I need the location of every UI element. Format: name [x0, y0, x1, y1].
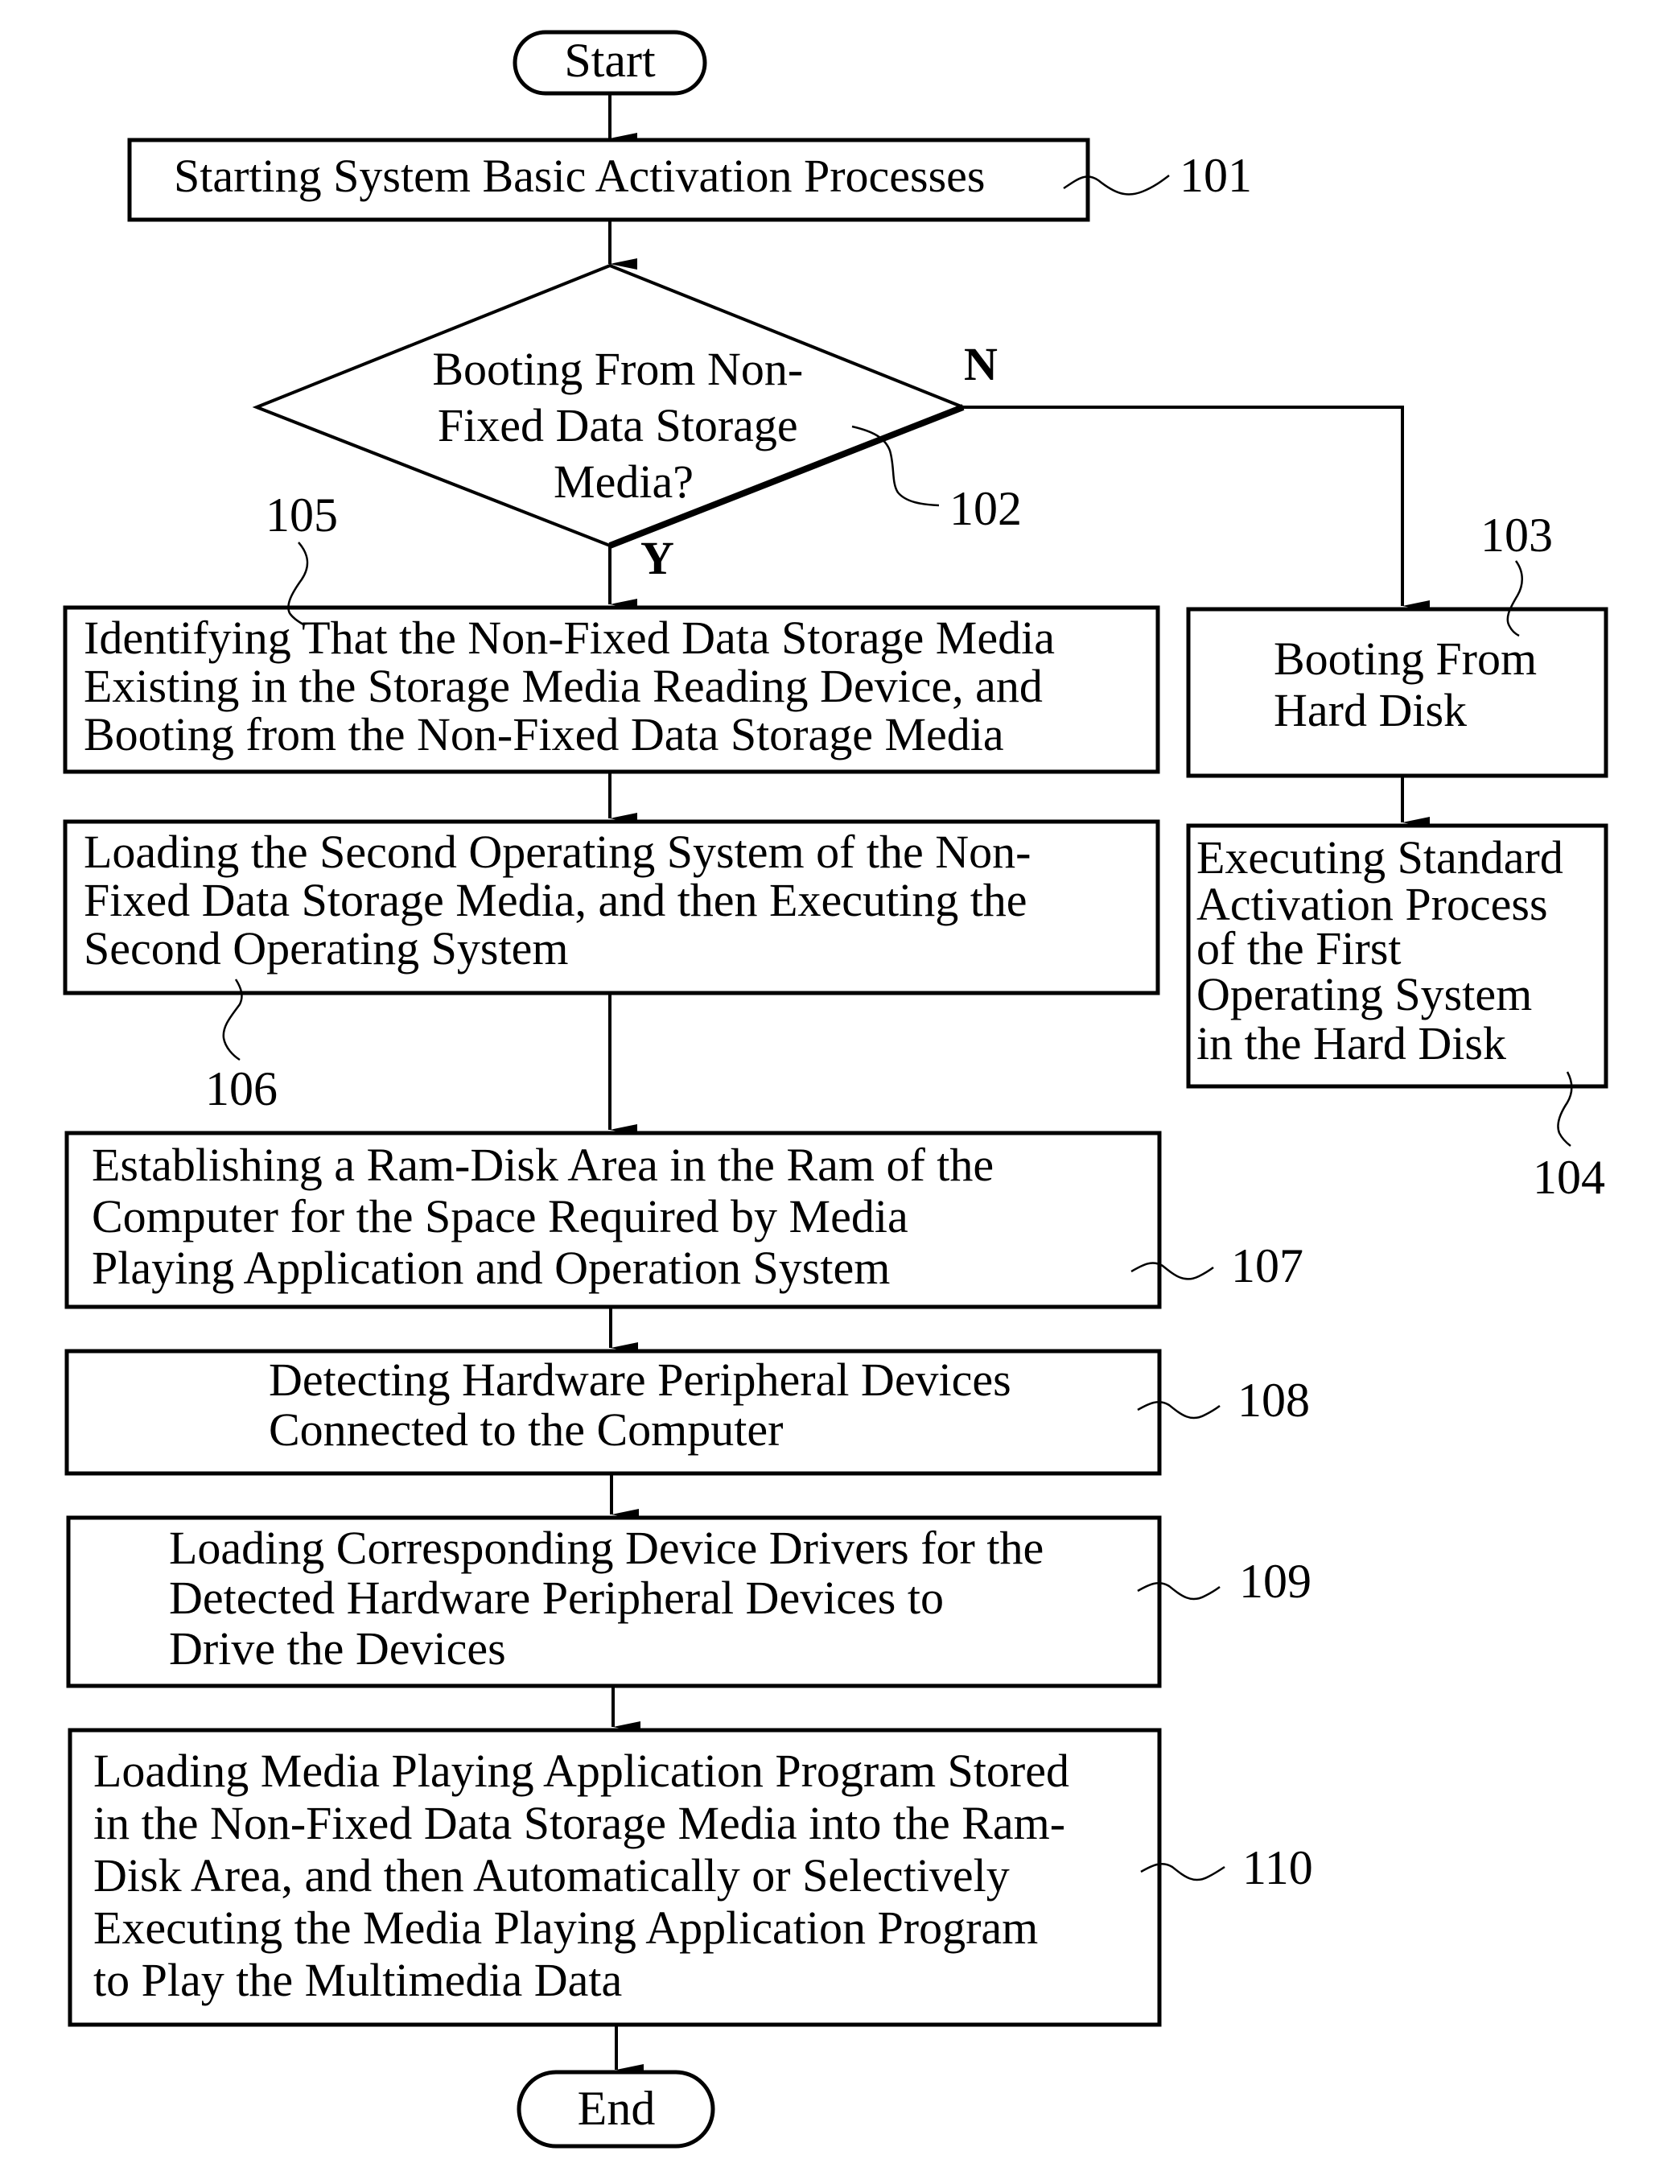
- step-101-text: Starting System Basic Activation Process…: [174, 150, 985, 202]
- step-105-line: Existing in the Storage Media Reading De…: [84, 660, 1043, 712]
- step-104-box: Executing Standard Activation Process of…: [1186, 823, 1608, 1089]
- step-110-box: Loading Media Playing Application Progra…: [68, 1728, 1162, 2027]
- ref-105: 105: [266, 488, 338, 542]
- start-terminal: Start: [513, 30, 707, 96]
- ref-110: 110: [1242, 1841, 1313, 1894]
- step-105-text: Identifying That the Non-Fixed Data Stor…: [84, 612, 1066, 760]
- ref-107: 107: [1231, 1239, 1303, 1292]
- step-107-box: Establishing a Ram-Disk Area in the Ram …: [64, 1131, 1162, 1309]
- ref-109: 109: [1239, 1555, 1311, 1608]
- step-104-line: in the Hard Disk: [1196, 1017, 1506, 1069]
- step-103-line: Booting From: [1274, 633, 1537, 685]
- step-103-line: Hard Disk: [1274, 684, 1467, 736]
- step-107-line: Playing Application and Operation System: [92, 1242, 890, 1294]
- ref-106: 106: [205, 1062, 278, 1115]
- end-terminal: End: [517, 2070, 715, 2149]
- flowchart: Start Starting System Basic Activation P…: [63, 30, 1608, 2149]
- step-109-line: Detected Hardware Peripheral Devices to: [169, 1572, 944, 1624]
- branch-yes-label: Y: [640, 532, 674, 584]
- step-106-line: Second Operating System: [84, 922, 568, 975]
- step-110-line: Executing the Media Playing Application …: [93, 1902, 1038, 1954]
- ref-102: 102: [949, 482, 1022, 535]
- ref-101: 101: [1180, 149, 1252, 202]
- step-109-line: Drive the Devices: [169, 1622, 506, 1675]
- end-label: End: [578, 2082, 656, 2135]
- step-110-line: Loading Media Playing Application Progra…: [93, 1745, 1069, 1797]
- step-107-text: Establishing a Ram-Disk Area in the Ram …: [92, 1139, 1006, 1294]
- step-109-line: Loading Corresponding Device Drivers for…: [169, 1522, 1044, 1574]
- arrow-102-103: [963, 406, 1430, 612]
- decision-line: Fixed Data Storage: [438, 399, 798, 451]
- step-106-box: Loading the Second Operating System of t…: [63, 819, 1160, 995]
- step-106-line: Fixed Data Storage Media, and then Execu…: [84, 874, 1027, 926]
- step-106-line: Loading the Second Operating System of t…: [84, 826, 1031, 878]
- step-108-box: Detecting Hardware Peripheral Devices Co…: [64, 1349, 1162, 1476]
- step-108-line: Detecting Hardware Peripheral Devices: [269, 1354, 1011, 1406]
- step-103-box: Booting From Hard Disk: [1186, 607, 1608, 778]
- ref-104: 104: [1533, 1151, 1605, 1204]
- step-109-box: Loading Corresponding Device Drivers for…: [66, 1515, 1162, 1688]
- step-101-box: Starting System Basic Activation Process…: [127, 138, 1090, 222]
- start-label: Start: [564, 34, 656, 87]
- step-105-box: Identifying That the Non-Fixed Data Stor…: [63, 605, 1160, 774]
- ref-108: 108: [1237, 1374, 1310, 1427]
- step-105-line: Booting from the Non-Fixed Data Storage …: [84, 708, 1004, 760]
- step-108-line: Connected to the Computer: [269, 1403, 783, 1456]
- step-110-line: to Play the Multimedia Data: [93, 1954, 622, 2006]
- branch-no-label: N: [964, 338, 998, 390]
- decision-102: Booting From Non- Fixed Data Storage Med…: [252, 263, 968, 549]
- decision-line: Booting From Non-: [432, 343, 803, 395]
- step-107-line: Establishing a Ram-Disk Area in the Ram …: [92, 1139, 994, 1191]
- step-110-line: in the Non-Fixed Data Storage Media into…: [93, 1797, 1065, 1849]
- step-107-line: Computer for the Space Required by Media: [92, 1190, 908, 1242]
- step-101-line: Starting System Basic Activation Process…: [174, 150, 985, 202]
- step-110-line: Disk Area, and then Automatically or Sel…: [93, 1849, 1010, 1902]
- step-104-line: Operating System: [1196, 968, 1532, 1020]
- decision-line: Media?: [554, 455, 694, 508]
- step-104-line: Executing Standard: [1196, 831, 1563, 884]
- step-104-line: of the First: [1196, 922, 1402, 975]
- ref-103: 103: [1480, 509, 1553, 562]
- step-105-line: Identifying That the Non-Fixed Data Stor…: [84, 612, 1055, 664]
